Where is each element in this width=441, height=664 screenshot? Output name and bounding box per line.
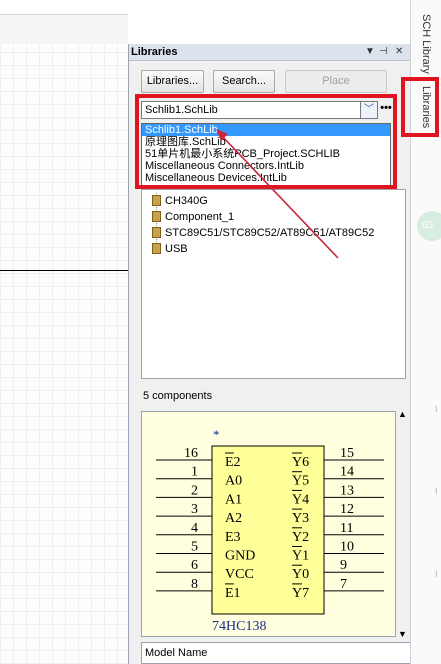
annotation-arrow — [216, 129, 339, 259]
arrow-head — [216, 129, 228, 141]
arrow-shaft — [221, 135, 339, 259]
